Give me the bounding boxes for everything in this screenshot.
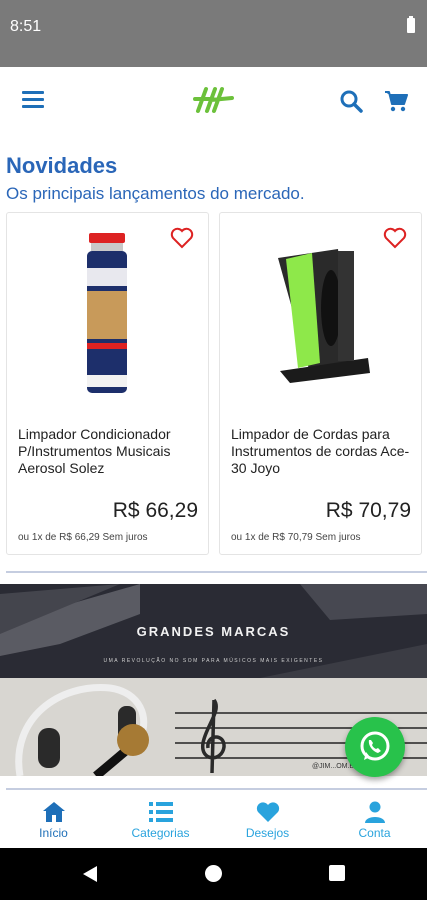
bottom-navigation: Início Categorias Desejos Conta xyxy=(0,790,427,848)
whatsapp-icon xyxy=(360,731,390,761)
app-header xyxy=(0,67,427,135)
nav-item-inicio[interactable]: Início xyxy=(0,790,107,848)
product-installment: ou 1x de R$ 70,79 Sem juros xyxy=(231,532,361,543)
nav-label-conta: Conta xyxy=(358,826,391,840)
home-icon xyxy=(43,802,65,822)
status-time: 8:51 xyxy=(10,18,42,35)
banner-grandes-marcas[interactable]: GRANDES MARCAS UMA REVOLUÇÃO NO SOM PARA… xyxy=(0,584,427,678)
nav-item-conta[interactable]: Conta xyxy=(321,790,427,848)
hamburger-menu-icon[interactable] xyxy=(22,91,44,109)
home-circle-icon[interactable] xyxy=(205,865,222,882)
nav-label-categorias: Categorias xyxy=(131,826,190,840)
favorite-heart-icon[interactable] xyxy=(170,227,194,249)
recent-apps-icon[interactable] xyxy=(329,865,345,881)
product-name[interactable]: Limpador de Cordas para Instrumentos de … xyxy=(231,426,415,477)
cart-icon[interactable] xyxy=(384,89,408,113)
user-icon xyxy=(365,801,385,823)
whatsapp-button[interactable] xyxy=(345,717,405,777)
favorite-heart-icon[interactable] xyxy=(383,227,407,249)
section-divider xyxy=(6,571,427,573)
back-icon[interactable] xyxy=(82,865,98,883)
status-bar: 8:51 xyxy=(0,0,427,67)
product-name[interactable]: Limpador Condicionador P/Instrumentos Mu… xyxy=(18,426,202,477)
list-icon xyxy=(149,802,173,822)
search-icon[interactable] xyxy=(339,89,363,113)
product-price: R$ 66,29 xyxy=(112,499,198,522)
section-subtitle: Os principais lançamentos do mercado. xyxy=(6,184,305,203)
product-price: R$ 70,79 xyxy=(325,499,411,522)
product-card[interactable]: Limpador Condicionador P/Instrumentos Mu… xyxy=(6,212,209,555)
product-installment: ou 1x de R$ 66,29 Sem juros xyxy=(18,532,148,543)
nav-item-desejos[interactable]: Desejos xyxy=(214,790,321,848)
store-logo-icon[interactable] xyxy=(192,85,236,115)
nav-label-desejos: Desejos xyxy=(245,826,290,840)
system-navigation-bar xyxy=(0,848,427,900)
heart-icon xyxy=(256,802,280,822)
banner-tagline: UMA REVOLUÇÃO NO SOM PARA MÚSICOS MAIS E… xyxy=(103,658,324,664)
section-title: Novidades xyxy=(6,153,118,178)
nav-label-inicio: Início xyxy=(39,826,68,840)
battery-icon xyxy=(407,16,415,33)
banner-headline: GRANDES MARCAS xyxy=(136,624,291,639)
product-card[interactable]: Limpador de Cordas para Instrumentos de … xyxy=(219,212,422,555)
nav-item-categorias[interactable]: Categorias xyxy=(107,790,214,848)
